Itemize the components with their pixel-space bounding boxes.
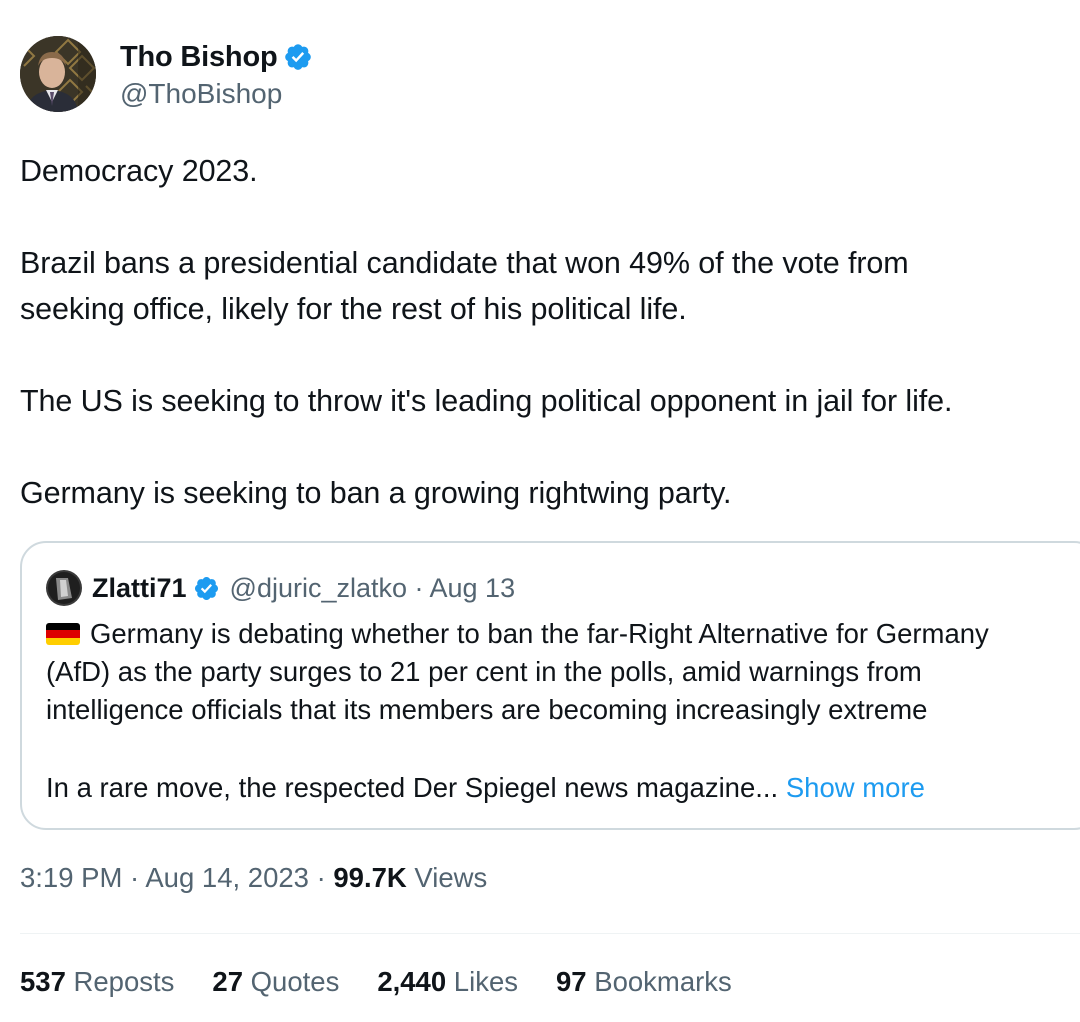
quoted-line: In a rare move, the respected Der Spiege…	[46, 769, 1080, 807]
author-name-row: Tho Bishop	[120, 38, 313, 76]
quoted-line: (AfD) as the party surges to 21 per cent…	[46, 656, 922, 687]
tweet-line: Germany is seeking to ban a growing righ…	[20, 476, 732, 510]
quoted-tweet-header: Zlatti71 @djuric_zlatko · Aug 13	[46, 567, 515, 609]
quoted-tweet-card[interactable]: Zlatti71 @djuric_zlatko · Aug 13 Germany…	[20, 541, 1080, 830]
quoted-tweet-body: Germany is debating whether to ban the f…	[46, 615, 1080, 807]
quoted-author-avatar	[46, 570, 82, 606]
tweet-line: Democracy 2023.	[20, 154, 258, 188]
bookmarks-stat[interactable]: 97 Bookmarks	[556, 966, 732, 998]
author-handle[interactable]: @ThoBishop	[120, 78, 313, 110]
views-label: Views	[406, 862, 488, 893]
engagement-stats: 537 Reposts 27 Quotes 2,440 Likes 97 Boo…	[20, 966, 770, 998]
quoted-author-handle-date: @djuric_zlatko · Aug 13	[229, 572, 516, 603]
quoted-line: Germany is debating whether to ban the f…	[46, 615, 1080, 653]
quoted-author-name: Zlatti71	[92, 572, 187, 603]
verified-badge-icon	[194, 576, 218, 600]
reposts-stat[interactable]: 537 Reposts	[20, 966, 174, 998]
tweet-line: The US is seeking to throw it's leading …	[20, 384, 953, 418]
views-count: 99.7K	[333, 862, 407, 893]
quotes-label: Quotes	[243, 966, 340, 997]
bookmarks-label: Bookmarks	[586, 966, 732, 997]
tweet-line: Brazil bans a presidential candidate tha…	[20, 246, 909, 280]
likes-label: Likes	[446, 966, 518, 997]
reposts-label: Reposts	[65, 966, 175, 997]
author-display-name[interactable]: Tho Bishop	[120, 41, 278, 74]
quoted-line-text: Germany is debating whether to ban the f…	[90, 618, 989, 649]
tweet-header: Tho Bishop @ThoBishop	[20, 36, 313, 112]
tweet-meta: 3:19 PM · Aug 14, 2023 · 99.7K Views	[20, 862, 487, 894]
author-name-block: Tho Bishop @ThoBishop	[120, 38, 313, 110]
likes-count: 2,440	[377, 966, 447, 997]
quoted-line-text: In a rare move, the respected Der Spiege…	[46, 772, 779, 803]
tweet-text: Democracy 2023. Brazil bans a presidenti…	[20, 148, 1080, 516]
reposts-count: 537	[20, 966, 66, 997]
quotes-stat[interactable]: 27 Quotes	[212, 966, 339, 998]
quotes-count: 27	[212, 966, 244, 997]
verified-badge-icon	[285, 44, 312, 70]
divider	[20, 933, 1080, 934]
author-avatar[interactable]	[20, 36, 96, 112]
bookmarks-count: 97	[556, 966, 587, 997]
tweet-line: seeking office, likely for the rest of h…	[20, 292, 687, 326]
tweet-page: Tho Bishop @ThoBishop Democracy 2023. Br…	[0, 0, 1080, 1022]
germany-flag-icon	[46, 623, 80, 645]
likes-stat[interactable]: 2,440 Likes	[377, 966, 518, 998]
quoted-line: intelligence officials that its members …	[46, 694, 928, 725]
tweet-timestamp[interactable]: 3:19 PM · Aug 14, 2023 ·	[20, 862, 333, 893]
show-more-link[interactable]: Show more	[786, 772, 925, 803]
